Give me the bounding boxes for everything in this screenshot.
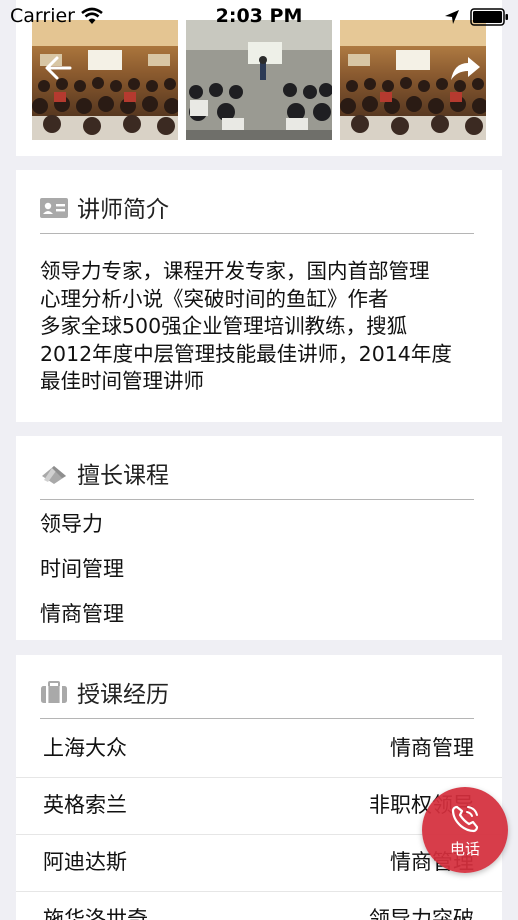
experience-row: 上海大众 情商管理 — [16, 721, 502, 778]
company-name: 英格索兰 — [43, 793, 127, 817]
company-name: 阿迪达斯 — [43, 850, 127, 874]
course-item: 时间管理 — [40, 557, 124, 581]
briefcase-icon — [41, 681, 67, 703]
bio-line: 最佳时间管理讲师 — [40, 369, 204, 393]
section-title: 授课经历 — [77, 682, 169, 708]
bio-line: 2012年度中层管理技能最佳讲师，2014年度 — [40, 341, 452, 366]
call-button[interactable]: 电话 — [422, 787, 508, 873]
course-item: 情商管理 — [40, 602, 124, 626]
classroom-image — [186, 20, 332, 140]
experience-header: 授课经历 — [40, 673, 474, 719]
clock: 2:03 PM — [215, 5, 303, 27]
gallery-photo[interactable] — [186, 20, 332, 140]
call-button-label: 电话 — [449, 840, 480, 858]
section-title: 擅长课程 — [77, 463, 169, 489]
share-icon[interactable] — [446, 48, 486, 88]
course-name: 情商管理 — [390, 736, 474, 760]
section-title: 讲师简介 — [77, 197, 169, 223]
course-item: 领导力 — [40, 512, 103, 536]
specialty-courses-card: 擅长课程 领导力 时间管理 情商管理 — [16, 436, 502, 640]
phone-icon — [451, 805, 479, 833]
battery-icon — [470, 8, 508, 26]
status-bar: Carrier 2:03 PM — [0, 0, 518, 34]
instructor-intro-card: 讲师简介 领导力专家，课程开发专家，国内首部管理 心理分析小说《突破时间的鱼缸》… — [16, 170, 502, 422]
company-name: 施华洛世奇 — [43, 907, 148, 920]
certificate-icon — [42, 466, 66, 484]
courses-header: 擅长课程 — [40, 454, 474, 500]
id-card-icon — [40, 198, 68, 218]
bio-line: 多家全球500强企业管理培训教练，搜狐 — [40, 314, 408, 338]
back-arrow-icon[interactable] — [38, 48, 78, 88]
instructor-bio: 领导力专家，课程开发专家，国内首部管理 心理分析小说《突破时间的鱼缸》作者 多家… — [40, 258, 488, 396]
teaching-experience-card: 授课经历 上海大众 情商管理 英格索兰 非职权领导 阿迪达斯 情商管理 施华洛世… — [16, 655, 502, 920]
experience-row: 施华洛世奇 领导力突破 — [16, 892, 502, 920]
intro-header: 讲师简介 — [40, 188, 474, 234]
course-list: 领导力 时间管理 情商管理 — [40, 508, 124, 643]
location-arrow-icon — [445, 10, 459, 24]
bio-line: 心理分析小说《突破时间的鱼缸》作者 — [40, 286, 389, 311]
company-name: 上海大众 — [43, 736, 127, 760]
course-name: 领导力突破 — [369, 907, 474, 920]
bio-line: 领导力专家，课程开发专家，国内首部管理 — [40, 259, 430, 283]
